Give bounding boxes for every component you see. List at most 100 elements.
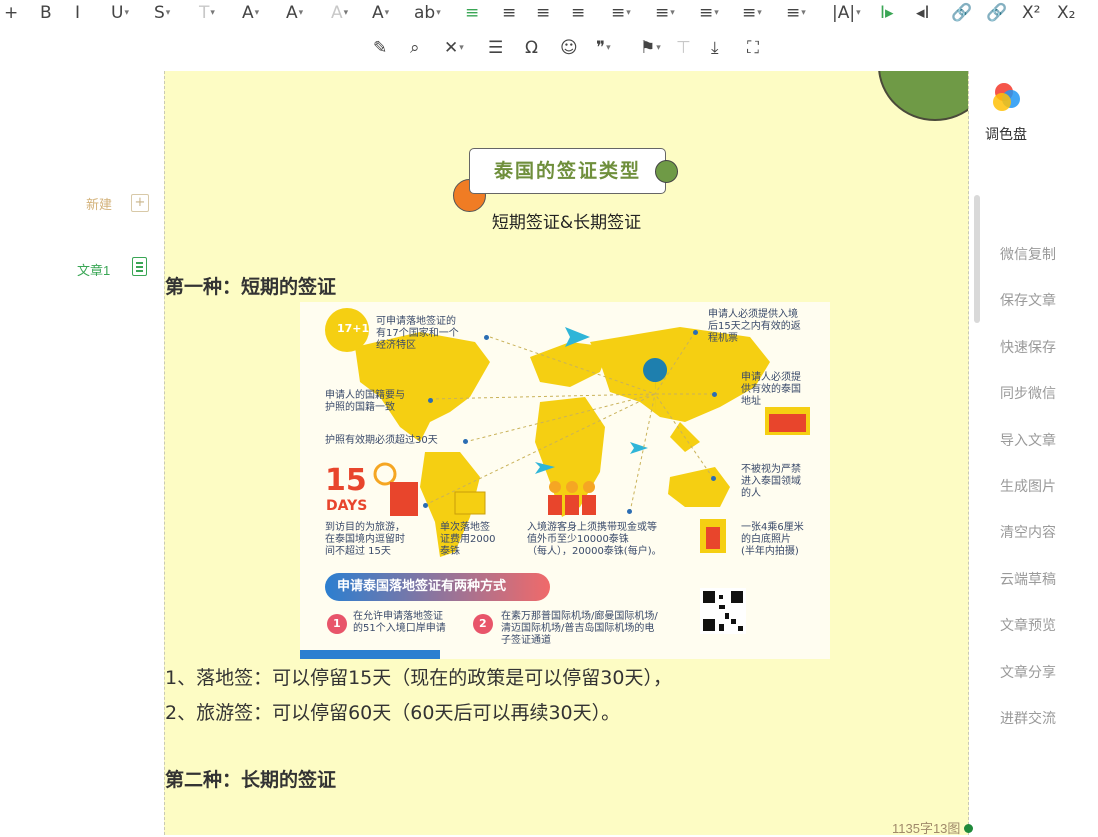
list-spacing-icon[interactable]: ≡▾: [742, 3, 762, 23]
note-thai-address: 申请人必须提 供有效的泰国 地址: [741, 372, 801, 407]
align-left-icon[interactable]: ≡: [465, 3, 479, 23]
bold-icon[interactable]: B: [40, 3, 52, 23]
chevron-down-icon[interactable]: ▾: [606, 43, 611, 53]
move-top-icon[interactable]: ⊤: [676, 38, 691, 58]
bullet-dot: [711, 476, 716, 481]
menu-item[interactable]: 进群交流: [1000, 708, 1056, 728]
days-word: DAYS: [326, 498, 368, 514]
new-doc-plus-icon[interactable]: +: [131, 194, 149, 212]
menu-item[interactable]: 清空内容: [1000, 522, 1056, 542]
note-not-banned: 不被视为严禁 进入泰国领域 的人: [741, 464, 801, 499]
chevron-down-icon[interactable]: ▾: [656, 43, 661, 53]
days-number: 15: [325, 463, 367, 498]
chevron-down-icon[interactable]: ▾: [436, 8, 441, 18]
note-cash-requirement: 入境游客身上须携带现金或等 值外币至少10000泰铢 （每人），20000泰铢(…: [527, 522, 662, 557]
menu-item[interactable]: 文章分享: [1000, 662, 1056, 682]
add-icon[interactable]: +: [4, 3, 18, 23]
article-subtitle: 短期签证&长期签证: [491, 213, 642, 233]
letter-spacing-icon[interactable]: |A|▾: [832, 3, 861, 23]
fullscreen-icon[interactable]: ⛶: [747, 38, 759, 58]
chevron-down-icon[interactable]: ▾: [714, 8, 719, 18]
link-icon[interactable]: 🔗: [951, 3, 972, 23]
emoji-icon[interactable]: ☺: [560, 38, 578, 58]
clear-format-icon[interactable]: T▾: [199, 3, 215, 23]
chevron-down-icon[interactable]: ▾: [856, 8, 861, 18]
menu-item[interactable]: 保存文章: [1000, 290, 1056, 310]
article-title-box: 泰国的签证类型: [469, 148, 666, 194]
horizontal-rule-icon[interactable]: ☰: [488, 38, 503, 58]
palette-icon[interactable]: [990, 81, 1024, 115]
decor-green-circle: [878, 71, 968, 121]
menu-item[interactable]: 同步微信: [1000, 383, 1056, 403]
font-color-icon[interactable]: A▾: [286, 3, 303, 23]
chevron-down-icon[interactable]: ▾: [166, 8, 171, 18]
editor-canvas[interactable]: 泰国的签证类型 短期签证&长期签证 第一种：短期的签证 17+1 可申请落地签证…: [164, 71, 969, 835]
chevron-down-icon[interactable]: ▾: [385, 8, 390, 18]
align-justify-icon[interactable]: ≡: [571, 3, 585, 23]
chevron-down-icon[interactable]: ▾: [626, 8, 631, 18]
line-height-icon[interactable]: ≡▾: [655, 3, 675, 23]
note-visa-fee: 单次落地签 证费用2000 泰铢: [440, 522, 496, 557]
bullet-dot: [423, 503, 428, 508]
menu-item[interactable]: 生成图片: [1000, 476, 1056, 496]
chevron-down-icon[interactable]: ▾: [124, 8, 129, 18]
align-right-icon[interactable]: ≡: [536, 3, 550, 23]
chevron-down-icon[interactable]: ▾: [801, 8, 806, 18]
way-1-text: 在允许申请落地签证 的51个入境口岸申请: [353, 611, 446, 634]
align-center-icon[interactable]: ≡: [502, 3, 516, 23]
paragraph-spacing-icon[interactable]: ≡▾: [699, 3, 719, 23]
menu-item[interactable]: 文章预览: [1000, 615, 1056, 635]
find-replace-icon[interactable]: ⌕: [410, 38, 420, 58]
italic-icon[interactable]: I: [75, 3, 80, 23]
subscript-icon[interactable]: X₂: [1057, 3, 1075, 23]
document-icon[interactable]: [132, 257, 147, 276]
chevron-down-icon[interactable]: ▾: [459, 43, 464, 53]
decor-green-dot: [655, 160, 678, 183]
flag-icon[interactable]: ⚑▾: [640, 38, 661, 58]
paragraph-landing-visa: 1、落地签：可以停留15天（现在的政策是可以停留30天），: [165, 667, 672, 689]
menu-item[interactable]: 导入文章: [1000, 430, 1056, 450]
section-heading-short-term: 第一种：短期的签证: [165, 276, 337, 298]
underline-icon[interactable]: U▾: [111, 3, 129, 23]
strikethrough-icon[interactable]: S▾: [154, 3, 170, 23]
status-dot: [964, 824, 973, 833]
menu-item[interactable]: 快速保存: [1000, 337, 1056, 357]
outdent-icon[interactable]: ≡▾: [786, 3, 806, 23]
badge-17-1: 17+1: [337, 322, 370, 335]
menu-item[interactable]: 微信复制: [1000, 244, 1056, 264]
visa-infographic[interactable]: 17+1 可申请落地签证的 有17个国家和一个 经济特区 申请人必须提供入境 后…: [300, 302, 830, 659]
chevron-down-icon[interactable]: ▾: [299, 8, 304, 18]
chevron-down-icon[interactable]: ▾: [210, 8, 215, 18]
chevron-down-icon[interactable]: ▾: [255, 8, 260, 18]
editor-scrollbar-thumb[interactable]: [974, 195, 980, 323]
special-char-icon[interactable]: Ω: [525, 38, 538, 58]
superscript-icon[interactable]: X²: [1022, 3, 1040, 23]
indent-icon[interactable]: ≡▾: [611, 3, 631, 23]
ab-style-icon[interactable]: ab▾: [414, 3, 441, 23]
word-count: 1135字13图: [892, 821, 961, 836]
font-size-icon[interactable]: A▾: [372, 3, 389, 23]
cursor-text-icon[interactable]: ◂I: [916, 3, 930, 23]
move-bottom-icon[interactable]: ⤓: [711, 38, 719, 58]
palette-label[interactable]: 调色盘: [985, 124, 1027, 144]
format-brush-icon[interactable]: ✎: [373, 38, 387, 58]
doc-item-label[interactable]: 文章1: [77, 260, 110, 279]
note-return-ticket: 申请人必须提供入境 后15天之内有效的返 程机票: [708, 309, 801, 344]
chevron-down-icon[interactable]: ▾: [670, 8, 675, 18]
note-tourism-purpose: 到访目的为旅游， 在泰国境内逗留时 间不超过 15天: [325, 522, 405, 557]
highlight-icon[interactable]: A▾: [331, 3, 348, 23]
note-photo: 一张4乘6厘米 的白底照片 (半年内拍摄): [741, 522, 804, 557]
new-doc-label[interactable]: 新建: [86, 194, 112, 213]
bullet-dot: [627, 509, 632, 514]
chevron-down-icon[interactable]: ▾: [757, 8, 762, 18]
bullet-dot: [693, 330, 698, 335]
quote-icon[interactable]: ❞▾: [596, 38, 611, 58]
text-border-icon[interactable]: A▾: [242, 3, 259, 23]
unlink-icon[interactable]: 🔗: [986, 3, 1007, 23]
paragraph-tourist-visa: 2、旅游签：可以停留60天（60天后可以再续30天）。: [165, 702, 621, 724]
chevron-down-icon[interactable]: ▾: [344, 8, 349, 18]
section-heading-long-term: 第二种：长期的签证: [165, 769, 337, 791]
menu-item[interactable]: 云端草稿: [1000, 569, 1056, 589]
text-direction-icon[interactable]: I▸: [880, 3, 894, 23]
magic-clear-icon[interactable]: ✕▾: [444, 38, 464, 58]
